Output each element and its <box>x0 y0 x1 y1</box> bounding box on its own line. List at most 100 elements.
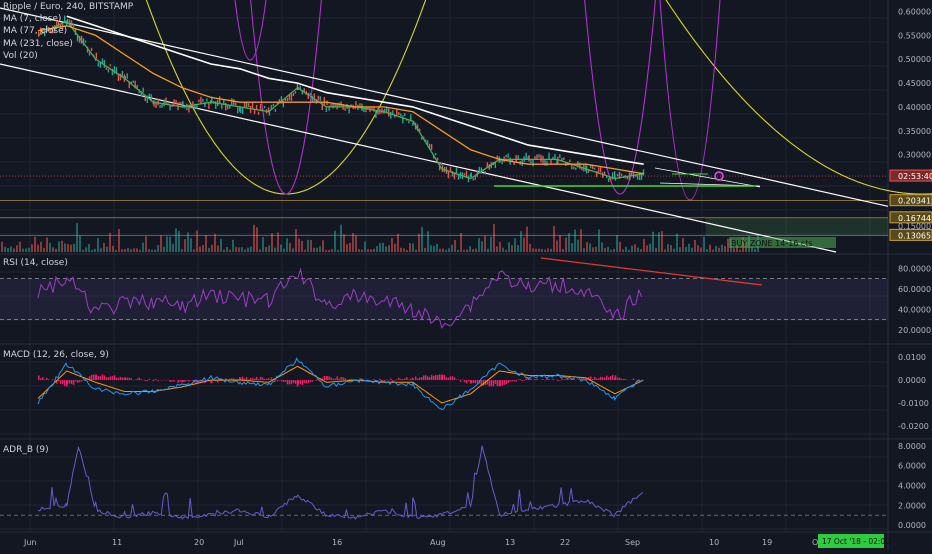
macd-hist-bar <box>404 379 406 381</box>
volume-bar <box>244 250 246 252</box>
volume-bar <box>211 245 213 252</box>
volume-bar <box>712 250 714 252</box>
macd-hist-bar <box>435 375 437 380</box>
candle <box>544 160 545 166</box>
volume-bar <box>592 247 594 252</box>
volume-bar <box>571 243 573 252</box>
volume-bar <box>370 249 372 252</box>
candle <box>295 91 296 93</box>
volume-bar <box>718 248 720 252</box>
volume-bar <box>586 242 588 252</box>
candle <box>540 155 541 163</box>
candle <box>264 106 265 108</box>
macd-hist-bar <box>501 380 503 386</box>
candle <box>206 98 207 101</box>
rsi-pane-title: RSI (14, close) <box>3 258 68 268</box>
volume-bar <box>433 246 435 252</box>
candle <box>538 154 539 157</box>
volume-bar <box>589 243 591 252</box>
macd-hist-bar <box>93 374 95 380</box>
volume-bar <box>106 247 108 252</box>
macd-hist-bar <box>458 379 460 380</box>
macd-hist-bar <box>542 379 544 380</box>
volume-bar <box>403 248 405 252</box>
volume-bar <box>220 239 222 252</box>
candle <box>320 96 321 101</box>
background <box>0 0 932 550</box>
macd-hist-bar <box>507 380 509 383</box>
macd-hist-bar <box>530 378 532 380</box>
volume-bar <box>28 248 30 252</box>
macd-hist-bar <box>429 377 431 380</box>
candle <box>310 93 311 95</box>
macd-hist-bar <box>110 377 112 381</box>
candle <box>468 175 469 182</box>
volume-bar <box>553 226 555 252</box>
time-tick-label: Jun <box>23 538 37 547</box>
macd-hist-bar <box>145 380 147 381</box>
volume-bar <box>556 240 558 252</box>
candle <box>485 171 486 174</box>
candle <box>437 158 438 161</box>
volume-bar <box>715 246 717 252</box>
candle <box>248 103 249 107</box>
macd-hist-bar <box>442 375 444 380</box>
macd-hist-bar <box>277 380 279 381</box>
macd-hist-bar <box>149 379 151 380</box>
volume-bar <box>121 249 123 252</box>
chart-canvas[interactable]: BUY ZONE 14-16 cts0.600000.550000.500000… <box>0 0 932 550</box>
candle <box>559 154 560 158</box>
macd-hist-bar <box>157 380 159 381</box>
volume-bar <box>409 243 411 252</box>
macd-hist-bar <box>423 376 425 381</box>
macd-hist-bar <box>373 379 375 380</box>
macd-hist-bar <box>177 380 179 383</box>
macd-hist-bar <box>258 379 260 380</box>
volume-bar <box>163 247 165 252</box>
volume-bar <box>463 250 465 252</box>
volume-bar <box>250 247 252 252</box>
candle <box>258 112 259 115</box>
volume-bar <box>634 244 636 252</box>
candle <box>98 62 99 66</box>
volume-bar <box>190 238 192 252</box>
volume-bar <box>112 246 114 252</box>
macd-hist-bar <box>293 380 295 383</box>
volume-bar <box>31 244 33 252</box>
candle <box>200 97 201 104</box>
volume-bar <box>166 236 168 252</box>
macd-hist-bar <box>619 378 621 380</box>
volume-bar <box>391 238 393 252</box>
volume-bar <box>118 229 120 252</box>
macd-hist-bar <box>561 378 563 380</box>
candle <box>145 96 146 101</box>
rsi-tick-label: 20.0000 <box>898 326 931 335</box>
macd-tick-label: -0.0100 <box>898 399 929 408</box>
volume-bar <box>151 250 153 252</box>
macd-hist-bar <box>450 376 452 380</box>
candle <box>153 100 154 106</box>
macd-hist-bar <box>419 377 421 380</box>
macd-hist-bar <box>475 380 477 383</box>
volume-bar <box>379 243 381 252</box>
macd-hist-bar <box>308 380 310 383</box>
volume-bar <box>331 249 333 252</box>
candle <box>431 144 432 150</box>
candle <box>219 96 220 103</box>
macd-hist-bar <box>456 380 458 381</box>
volume-bar <box>136 248 138 252</box>
candle <box>456 167 457 173</box>
macd-hist-bar <box>328 376 330 380</box>
candle <box>400 113 401 116</box>
price-badge-label: 0.16744 <box>898 214 931 223</box>
volume-bar <box>604 248 606 252</box>
volume-bar <box>298 239 300 252</box>
volume-bar <box>247 248 249 252</box>
volume-bar <box>646 245 648 252</box>
volume-bar <box>70 245 72 252</box>
volume-bar <box>241 247 243 252</box>
candle <box>390 112 391 119</box>
candle <box>287 98 288 101</box>
candle <box>363 109 364 112</box>
chart-legend: Ripple / Euro, 240, BITSTAMP MA (7, clos… <box>3 1 133 62</box>
